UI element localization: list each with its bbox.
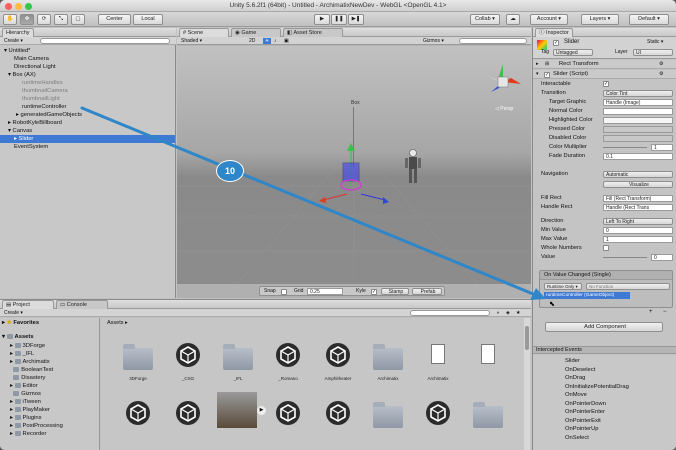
- unity-editor-window: Unity 5.6.2f1 (64bit) - Untitled - Archi…: [0, 0, 676, 450]
- step-number-badge: 10: [216, 160, 244, 182]
- mouse-cursor-icon: ⬉: [549, 301, 555, 308]
- tutorial-arrow-overlay: [80, 106, 546, 300]
